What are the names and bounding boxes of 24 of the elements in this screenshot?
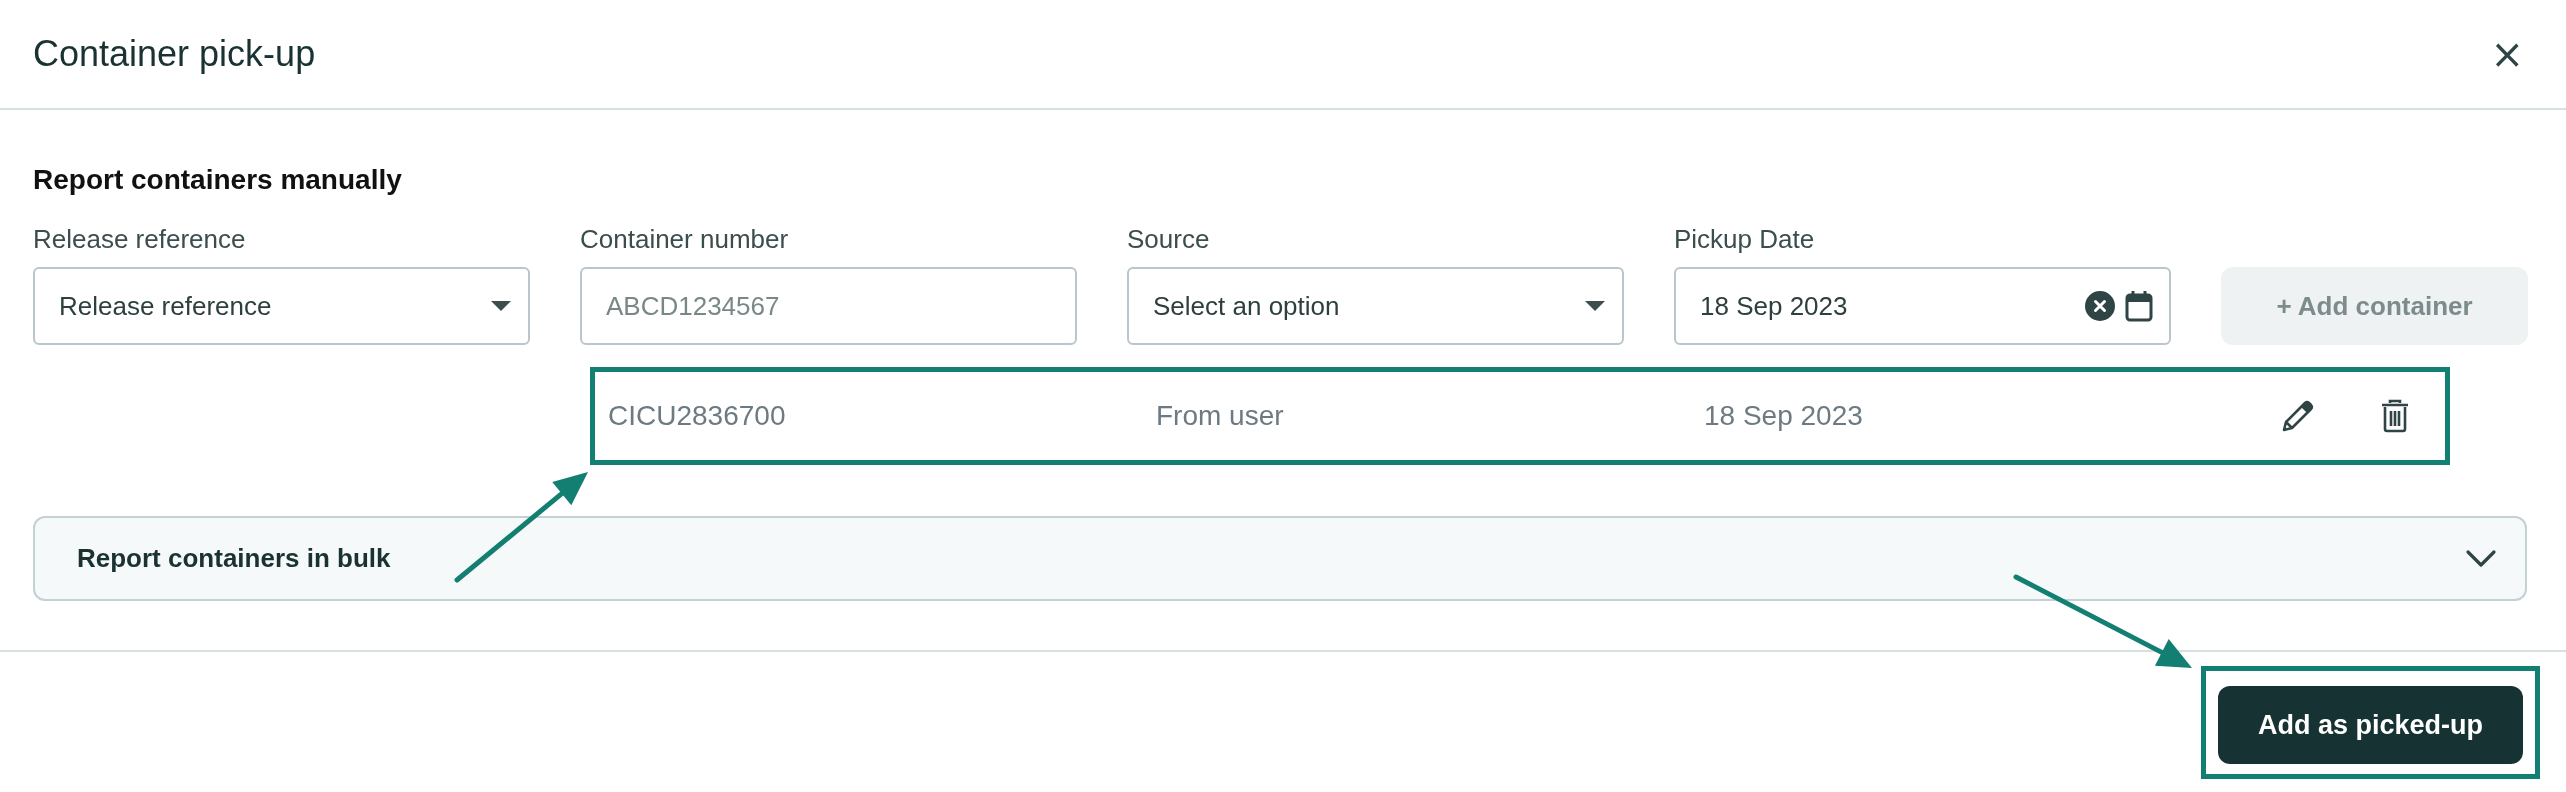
dropdown-field[interactable]: Select an option (1127, 267, 1624, 345)
date-text: 18 Sep 2023 (1704, 400, 1863, 432)
bulk-panel[interactable]: Report containers in bulk (33, 516, 2527, 601)
field-label: Release reference (33, 223, 246, 255)
trash-icon[interactable] (2381, 399, 2409, 433)
panel-title: Report containers in bulk (77, 543, 391, 574)
caret-icon (490, 300, 512, 312)
close-button[interactable]: × (2486, 34, 2528, 74)
section-heading: Report containers manually (33, 163, 402, 197)
field-label: Source (1127, 223, 1210, 255)
chevron-icon[interactable] (2465, 548, 2497, 569)
date-field[interactable]: 18 Sep 2023 (1674, 267, 2171, 345)
field-label: Pickup Date (1674, 223, 1815, 255)
dialog-title: Container pick-up (33, 33, 316, 75)
add-as-picked-up-button[interactable]: Add as picked-up (2217, 686, 2523, 764)
calendar-icon[interactable] (2125, 290, 2153, 322)
source-text: From user (1156, 400, 1284, 432)
input-field[interactable]: ABCD1234567 (580, 267, 1077, 345)
pencil-icon[interactable] (2281, 399, 2315, 433)
caret-icon (1584, 300, 1606, 312)
clear-icon[interactable] (2085, 291, 2115, 321)
container-number: CICU2836700 (608, 400, 786, 432)
dropdown-field[interactable]: Release reference (33, 267, 530, 345)
field-label: Container number (580, 223, 789, 255)
